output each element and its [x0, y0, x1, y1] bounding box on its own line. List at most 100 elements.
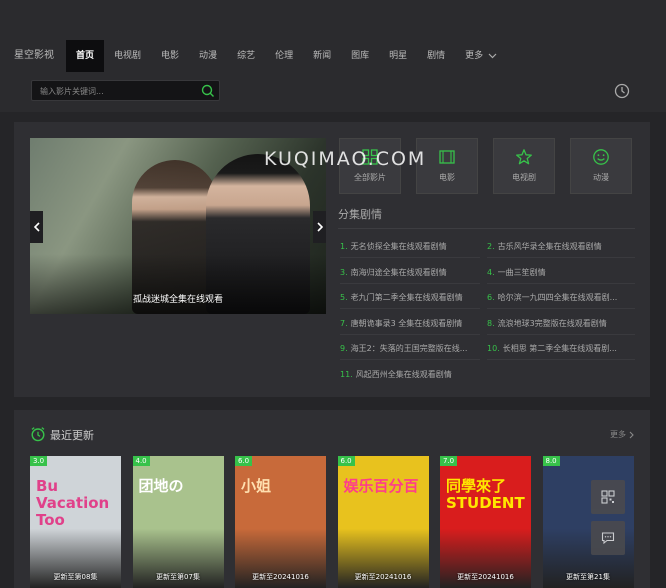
episodes-section-title: 分集剧情: [338, 208, 382, 221]
category-label: 电影: [439, 173, 455, 182]
search-icon[interactable]: [201, 84, 215, 98]
update-status: 更新至20241016: [252, 573, 309, 581]
update-status: 更新至第08集: [53, 573, 98, 581]
qrcode-button[interactable]: [591, 480, 625, 514]
category-label: 动漫: [593, 173, 609, 182]
poster-card[interactable]: Bu Vacation Too 3.0 更新至第08集: [30, 456, 121, 588]
episode-item[interactable]: 4. 一曲三笙剧情: [487, 267, 637, 278]
episode-item[interactable]: 10. 长相思 第二季全集在线观看剧...: [487, 343, 637, 354]
poster-card[interactable]: 团地の 4.0 更新至第07集: [132, 456, 224, 588]
chat-icon: [601, 532, 615, 545]
episode-title: 无名侦探全集在线观看剧情: [350, 242, 447, 251]
recent-updates-panel: 最近更新 更多 Bu Vacation Too 3.0 更新至第08集 团地の 4.0 更…: [14, 410, 650, 588]
episode-item[interactable]: 6. 哈尔滨一九四四全集在线观看剧...: [487, 292, 637, 303]
slider-next-button[interactable]: [313, 211, 326, 243]
update-status: 更新至第21集: [566, 573, 610, 581]
episode-item[interactable]: 9. 海王2：失落的王国完整版在线...: [340, 343, 480, 354]
site-logo[interactable]: 星空影视: [0, 40, 66, 72]
poster-image: [337, 456, 429, 588]
recent-more-link[interactable]: 更多: [610, 429, 634, 440]
history-clock-icon[interactable]: [614, 83, 630, 99]
poster-art-text: Bu Vacation Too: [36, 477, 110, 529]
episode-number: 8.: [487, 318, 495, 328]
episode-title: 古乐风华录全集在线观看剧情: [497, 242, 602, 251]
chevron-right-icon: [629, 431, 634, 438]
episode-title: 老九门第二季全集在线观看剧情: [350, 293, 463, 302]
category-label: 电视剧: [512, 173, 536, 182]
star-icon: [516, 149, 532, 165]
score-badge: 6.0: [337, 456, 355, 466]
smile-icon: [593, 149, 609, 165]
nav-item-ethics[interactable]: 伦理: [265, 40, 303, 72]
score-badge: 3.0: [30, 456, 48, 466]
film-icon: [439, 150, 455, 164]
search-box: [31, 80, 220, 101]
episode-number: 11.: [340, 369, 353, 379]
nav-item-gallery[interactable]: 图库: [341, 40, 379, 72]
episode-title: 长相思 第二季全集在线观看剧...: [502, 344, 617, 353]
alarm-clock-icon: [31, 427, 45, 442]
update-status: 更新至第07集: [156, 573, 200, 581]
search-input[interactable]: [40, 84, 200, 98]
episode-number: 6.: [487, 293, 495, 302]
poster-card[interactable]: 小姐 6.0 更新至20241016: [235, 456, 326, 588]
episode-number: 7.: [340, 318, 348, 328]
more-label: 更多: [610, 430, 626, 439]
category-tv-button[interactable]: 电视剧: [493, 138, 555, 194]
feedback-button[interactable]: [591, 521, 625, 555]
score-badge: 7.0: [440, 456, 458, 466]
nav-more[interactable]: 更多: [455, 40, 507, 72]
poster-card[interactable]: 娱乐百分百 6.0 更新至20241016: [337, 456, 429, 588]
episode-title: 哈尔滨一九四四全集在线观看剧...: [497, 293, 618, 302]
episode-item[interactable]: 1. 无名侦探全集在线观看剧情: [340, 241, 480, 252]
episode-title: 海王2：失落的王国完整版在线...: [350, 344, 468, 353]
episode-number: 1.: [340, 242, 348, 251]
episode-title: 唐朝诡事录3 全集在线观看剧情: [350, 318, 463, 328]
episode-title: 一曲三笙剧情: [497, 267, 546, 277]
episode-item[interactable]: 11. 风起西州全集在线观看剧情: [340, 369, 480, 380]
episode-number: 2.: [487, 242, 495, 251]
episode-number: 3.: [340, 267, 348, 277]
episode-number: 5.: [340, 293, 348, 302]
poster-image: [440, 456, 531, 588]
nav-item-home[interactable]: 首页: [66, 40, 105, 72]
chevron-left-icon: [33, 222, 40, 232]
score-badge: 4.0: [132, 456, 150, 466]
qrcode-icon: [601, 490, 615, 504]
nav-item-news[interactable]: 新闻: [303, 40, 341, 72]
nav-item-plot[interactable]: 剧情: [417, 40, 455, 72]
nav-more-label: 更多: [465, 51, 484, 61]
episode-title: 风起西州全集在线观看剧情: [355, 369, 452, 379]
slider-prev-button[interactable]: [30, 211, 43, 243]
nav-item-movie[interactable]: 电影: [151, 40, 189, 72]
episode-number: 9.: [340, 344, 348, 353]
poster-art-text: 团地の: [138, 477, 184, 495]
banner-caption[interactable]: 孤战迷城全集在线观看: [30, 292, 326, 305]
nav-item-variety[interactable]: 综艺: [227, 40, 265, 72]
episode-title: 南海归途全集在线观看剧情: [350, 267, 447, 277]
episode-item[interactable]: 8. 流浪地球3完整版在线观看剧情: [487, 318, 637, 329]
poster-image: [132, 456, 224, 588]
score-badge: 8.0: [542, 456, 560, 466]
watermark: KUQIMAO.COM: [264, 148, 427, 170]
episode-item[interactable]: 2. 古乐风华录全集在线观看剧情: [487, 241, 637, 252]
episode-item[interactable]: 7. 唐朝诡事录3 全集在线观看剧情: [340, 318, 480, 329]
episode-number: 4.: [487, 267, 495, 277]
episode-title: 流浪地球3完整版在线观看剧情: [497, 318, 607, 328]
nav-item-anime[interactable]: 动漫: [189, 40, 227, 72]
score-badge: 6.0: [235, 456, 253, 466]
update-status: 更新至20241016: [457, 573, 514, 581]
episode-item[interactable]: 3. 南海归途全集在线观看剧情: [340, 267, 480, 278]
category-anime-button[interactable]: 动漫: [570, 138, 632, 194]
chevron-right-icon: [316, 222, 323, 232]
main-nav: 星空影视 首页 电视剧 电影 动漫 综艺 伦理 新闻 图库 明星 剧情 更多: [0, 40, 507, 72]
episode-item[interactable]: 5. 老九门第二季全集在线观看剧情: [340, 292, 480, 303]
category-label: 全部影片: [354, 173, 386, 182]
nav-item-tv[interactable]: 电视剧: [104, 40, 151, 72]
chevron-down-icon: [488, 53, 497, 59]
episode-number: 10.: [487, 344, 500, 353]
nav-item-stars[interactable]: 明星: [379, 40, 417, 72]
poster-card[interactable]: 同學來了 STUDENT 7.0 更新至20241016: [440, 456, 531, 588]
poster-art-text: 娱乐百分百: [343, 477, 419, 495]
poster-image: [235, 456, 326, 588]
